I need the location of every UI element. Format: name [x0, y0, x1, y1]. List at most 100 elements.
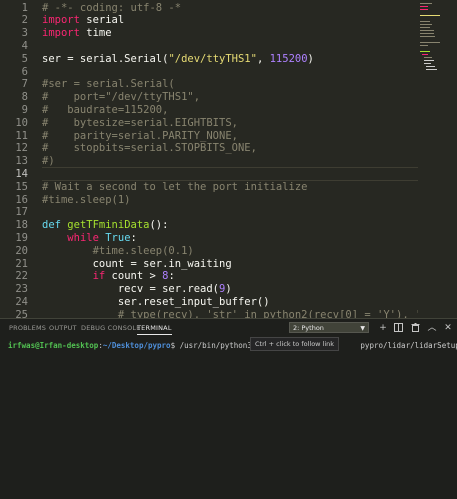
code-line[interactable]: import serial: [42, 14, 124, 27]
code-token: count = ser.in_waiting: [42, 257, 232, 270]
code-line[interactable]: ser = serial.Serial("/dev/ttyTHS1", 1152…: [42, 53, 314, 66]
code-line[interactable]: #time.sleep(1): [42, 194, 131, 207]
code-line[interactable]: # bytesize=serial.EIGHTBITS,: [42, 117, 238, 130]
code-token: # type(recv), 'str' in python2(recv[0] =…: [117, 308, 422, 318]
line-number: 23: [15, 283, 28, 296]
line-number: 1: [21, 1, 28, 14]
code-line[interactable]: # type(recv), 'str' in python2(recv[0] =…: [42, 309, 422, 318]
code-token: count >: [105, 270, 163, 283]
line-number: 6: [21, 65, 28, 78]
line-number: 16: [15, 193, 28, 206]
code-token: #ser = serial.Serial(: [42, 78, 175, 91]
minimap[interactable]: [418, 0, 457, 318]
line-number: 4: [21, 39, 28, 52]
line-number: 19: [15, 231, 28, 244]
code-token: :: [168, 270, 175, 283]
code-token: ():: [149, 219, 169, 232]
code-line[interactable]: # port="/dev/ttyTHS1",: [42, 91, 200, 104]
current-line-highlight: [42, 167, 422, 182]
line-number: 12: [15, 142, 28, 155]
chevron-up-icon[interactable]: ︿: [427, 323, 437, 333]
code-line[interactable]: # stopbits=serial.STOPBITS_ONE,: [42, 142, 257, 155]
code-token: # baudrate=115200,: [42, 103, 169, 116]
tab-output[interactable]: OUTPUT: [49, 324, 77, 332]
line-number: 9: [21, 103, 28, 116]
code-token: import: [42, 27, 80, 40]
code-line[interactable]: while True:: [42, 232, 137, 245]
trash-icon[interactable]: [410, 323, 420, 333]
code-token: time: [79, 27, 112, 40]
code-line[interactable]: #ser = serial.Serial(: [42, 78, 175, 91]
line-number: 11: [15, 129, 28, 142]
code-line[interactable]: def getTFminiData():: [42, 219, 168, 232]
tab-problems[interactable]: PROBLEMS: [9, 324, 46, 332]
line-number: 2: [21, 14, 28, 27]
code-line[interactable]: ser.reset_input_buffer(): [42, 296, 270, 309]
line-number: 10: [15, 116, 28, 129]
code-line[interactable]: recv = ser.read(9): [42, 283, 232, 296]
terminal-output[interactable]: irfwas@Irfan-desktop:~/Desktop/pypro$ /u…: [8, 341, 457, 351]
line-number-gutter: 1 2 3 4 5 6 7 8 9 10 11 12 13 14 15 16 17 18 19 20 21 22 23 24 2…: [0, 0, 32, 318]
tab-terminal[interactable]: TERMINAL: [137, 324, 172, 335]
line-number: 5: [21, 52, 28, 65]
code-token: :: [130, 231, 137, 244]
line-number: 3: [21, 27, 28, 40]
code-token: serial: [79, 14, 125, 27]
code-token: ): [225, 283, 232, 296]
terminal-select-value: 2: Python: [293, 324, 324, 332]
close-icon[interactable]: ✕: [443, 323, 453, 333]
code-token: ): [307, 52, 314, 65]
chevron-down-icon: ▼: [360, 325, 365, 332]
line-number: 21: [15, 257, 28, 270]
code-token: "/dev/ttyTHS1": [168, 52, 257, 65]
code-token: recv = ser.read(: [42, 283, 220, 296]
code-token: getTFminiData: [67, 219, 150, 232]
code-line[interactable]: if count > 8:: [42, 270, 175, 283]
code-line[interactable]: count = ser.in_waiting: [42, 258, 232, 271]
line-number: 25: [15, 308, 28, 318]
split-terminal-icon[interactable]: [393, 323, 403, 333]
bottom-panel: PROBLEMS OUTPUT DEBUG CONSOLE TERMINAL 2…: [0, 318, 457, 499]
terminal-select[interactable]: 2: Python ▼: [289, 322, 369, 333]
tab-debug-console[interactable]: DEBUG CONSOLE: [81, 324, 141, 332]
code-token: # parity=serial.PARITY_NONE,: [42, 129, 238, 142]
link-tooltip: Ctrl + click to follow link: [250, 337, 340, 351]
code-line[interactable]: #time.sleep(0.1): [42, 245, 194, 258]
panel-tab-bar: PROBLEMS OUTPUT DEBUG CONSOLE TERMINAL 2…: [0, 318, 457, 339]
code-token: #time.sleep(0.1): [92, 244, 194, 257]
line-number: 20: [15, 244, 28, 257]
code-token: import: [42, 14, 80, 27]
code-editor[interactable]: 1 2 3 4 5 6 7 8 9 10 11 12 13 14 15 16 17 18 19 20 21 22 23 24 2…: [0, 0, 457, 318]
line-number: 7: [21, 78, 28, 91]
line-number: 24: [15, 295, 28, 308]
code-area[interactable]: # -*- coding: utf-8 -* import serial impor…: [42, 0, 422, 318]
code-token: def: [42, 219, 61, 232]
code-line[interactable]: import time: [42, 27, 112, 40]
code-line[interactable]: # Wait a second to let the port initiali…: [42, 181, 308, 194]
code-line[interactable]: # -*- coding: utf-8 -*: [42, 2, 181, 15]
code-line[interactable]: # baudrate=115200,: [42, 104, 168, 117]
prompt-path: ~/Desktop/pypro: [102, 341, 171, 350]
code-line[interactable]: # parity=serial.PARITY_NONE,: [42, 130, 238, 143]
code-token: # port="/dev/ttyTHS1",: [42, 91, 201, 104]
code-line[interactable]: #): [42, 155, 55, 168]
code-token: ser = serial.Serial(: [42, 52, 169, 65]
line-number: 15: [15, 180, 28, 193]
code-token: # Wait a second to let the port initiali…: [42, 180, 308, 193]
code-token: #time.sleep(1): [42, 193, 131, 206]
plus-icon[interactable]: +: [378, 323, 388, 333]
code-token: # -*- coding: utf-8 -*: [42, 1, 182, 14]
line-number: 18: [15, 219, 28, 232]
code-token: 115200: [269, 52, 308, 65]
code-token: # stopbits=serial.STOPBITS_ONE,: [42, 142, 257, 155]
code-token: if: [92, 270, 106, 283]
line-number: 8: [21, 91, 28, 104]
code-token: ser.reset_input_buffer(): [42, 295, 270, 308]
line-number: 22: [15, 270, 28, 283]
code-token: # bytesize=serial.EIGHTBITS,: [42, 116, 238, 129]
code-token: ,: [256, 52, 270, 65]
